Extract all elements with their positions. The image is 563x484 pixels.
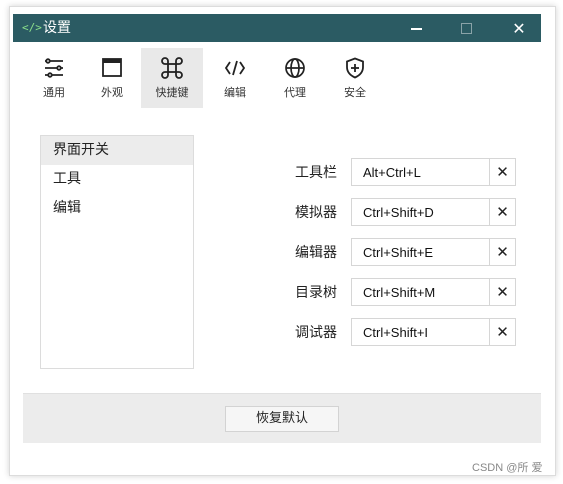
shortcut-input[interactable]: Alt+Ctrl+L <box>351 158 489 186</box>
clear-shortcut-button[interactable]: ✕ <box>489 158 516 186</box>
shortcut-label: 调试器 <box>295 325 337 341</box>
tab-appearance[interactable]: 外观 <box>81 48 143 108</box>
clear-shortcut-button[interactable]: ✕ <box>489 318 516 346</box>
shortcut-label: 工具栏 <box>295 165 337 181</box>
restore-defaults-button[interactable]: 恢复默认 <box>225 406 339 432</box>
window-icon <box>102 58 122 77</box>
minimize-icon <box>410 28 422 30</box>
shortcut-input[interactable]: Ctrl+Shift+M <box>351 278 489 306</box>
shortcut-row-toolbar: 工具栏 Alt+Ctrl+L ✕ <box>23 158 541 188</box>
tab-shortcuts[interactable]: 快捷键 <box>141 48 203 108</box>
clear-shortcut-button[interactable]: ✕ <box>489 278 516 306</box>
maximize-button[interactable] <box>446 14 486 42</box>
tab-label: 通用 <box>43 86 65 99</box>
shortcut-label: 目录树 <box>295 285 337 301</box>
tab-editor[interactable]: 编辑 <box>204 48 266 108</box>
window-title: 设置 <box>43 20 71 36</box>
clear-shortcut-button[interactable]: ✕ <box>489 238 516 266</box>
shortcut-input[interactable]: Ctrl+Shift+D <box>351 198 489 226</box>
sliders-icon <box>45 58 63 78</box>
title-bar[interactable]: </> 设置 ✕ <box>13 14 541 42</box>
app-logo-icon: </> <box>22 21 42 34</box>
command-key-icon <box>161 57 183 79</box>
tab-proxy[interactable]: 代理 <box>264 48 326 108</box>
tab-label: 快捷键 <box>155 86 189 99</box>
globe-icon <box>285 58 305 78</box>
shortcut-row-tree: 目录树 Ctrl+Shift+M ✕ <box>23 278 541 308</box>
dialog-footer: 恢复默认 <box>23 393 541 443</box>
tab-general[interactable]: 通用 <box>23 48 85 108</box>
shield-plus-icon <box>346 57 364 79</box>
tab-label: 编辑 <box>224 86 246 99</box>
watermark: CSDN @所 爱 <box>472 462 543 474</box>
tab-label: 安全 <box>344 86 366 99</box>
shortcut-row-simulator: 模拟器 Ctrl+Shift+D ✕ <box>23 198 541 228</box>
close-button[interactable]: ✕ <box>499 14 539 42</box>
shortcut-input[interactable]: Ctrl+Shift+E <box>351 238 489 266</box>
shortcut-row-editor: 编辑器 Ctrl+Shift+E ✕ <box>23 238 541 268</box>
tab-label: 代理 <box>284 86 306 99</box>
minimize-button[interactable] <box>396 14 436 42</box>
maximize-icon <box>460 22 472 34</box>
shortcut-label: 模拟器 <box>295 205 337 221</box>
clear-shortcut-button[interactable]: ✕ <box>489 198 516 226</box>
settings-toolbar: 通用 外观 快捷键 编辑 代理 安全 <box>23 42 541 111</box>
code-icon <box>224 60 246 76</box>
shortcut-input[interactable]: Ctrl+Shift+I <box>351 318 489 346</box>
tab-security[interactable]: 安全 <box>324 48 386 108</box>
tab-label: 外观 <box>101 86 123 99</box>
shortcut-row-debugger: 调试器 Ctrl+Shift+I ✕ <box>23 318 541 348</box>
shortcut-label: 编辑器 <box>295 245 337 261</box>
close-icon: ✕ <box>512 18 526 38</box>
shortcuts-panel: 界面开关 工具 编辑 工具栏 Alt+Ctrl+L ✕ 模拟器 Ctrl+Shi… <box>23 110 541 393</box>
